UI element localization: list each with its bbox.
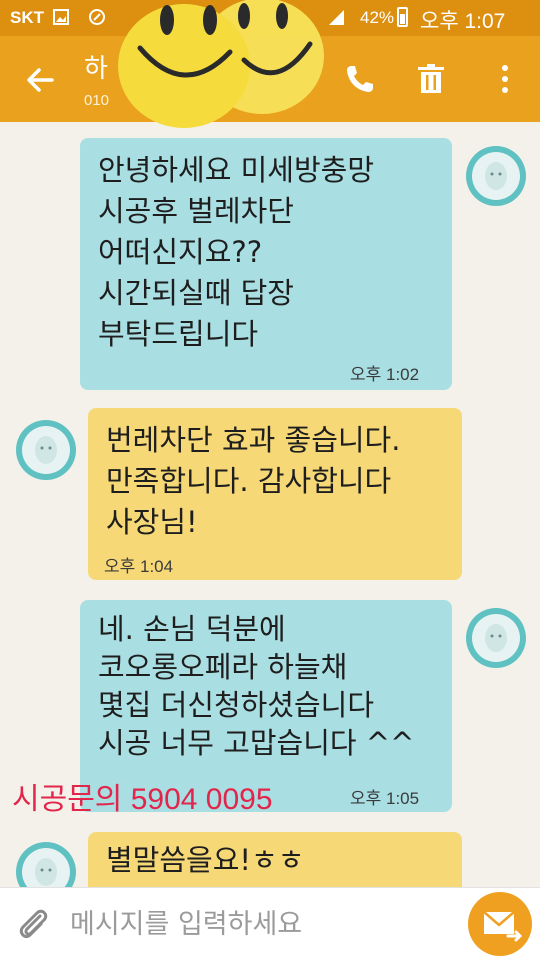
message-input-bar — [0, 887, 540, 960]
status-time: 오후 1:07 — [420, 10, 506, 33]
phone-icon[interactable] — [343, 62, 377, 96]
avatar-icon[interactable] — [466, 608, 526, 668]
message-time: 오후 1:04 — [104, 557, 174, 576]
send-button[interactable] — [468, 892, 532, 956]
back-arrow-icon[interactable] — [22, 62, 58, 98]
message-text: 번레차단 효과 좋습니다. 만족합니다. 감사합니다 사장님! — [106, 423, 401, 539]
avatar-icon[interactable] — [466, 146, 526, 206]
trash-icon[interactable] — [414, 62, 448, 96]
contact-name: 하 — [84, 54, 108, 84]
gallery-icon — [53, 9, 69, 25]
message-bubble-incoming[interactable]: 번레차단 효과 좋습니다. 만족합니다. 감사합니다 사장님! 오후 1:04 — [88, 408, 462, 580]
message-time: 오후 1:02 — [350, 365, 420, 384]
sync-icon — [89, 9, 105, 25]
smiley-sticker — [118, 0, 324, 128]
avatar-icon[interactable] — [16, 420, 76, 480]
battery-icon — [397, 7, 408, 27]
message-time: 오후 1:05 — [350, 789, 420, 808]
carrier-label: SKT — [10, 8, 44, 27]
envelope-send-icon — [483, 911, 523, 942]
paperclip-icon[interactable] — [16, 906, 50, 942]
message-bubble-outgoing[interactable]: 안녕하세요 미세방충망 시공후 벌레차단 어떠신지요?? 시간되실때 답장 부탁… — [80, 138, 452, 390]
message-text: 안녕하세요 미세방충망 시공후 벌레차단 어떠신지요?? 시간되실때 답장 부탁… — [98, 153, 375, 351]
promo-overlay-text: 시공문의 5904 0095 — [12, 783, 273, 816]
message-text: 네. 손님 덕분에 코오롱오페라 하늘채 몇집 더신청하셨습니다 시공 너무 고… — [98, 612, 415, 760]
more-vert-icon[interactable] — [488, 62, 522, 96]
message-input[interactable] — [70, 904, 450, 944]
battery-percent: 42% — [360, 8, 395, 27]
contact-number: 010 — [84, 92, 110, 109]
message-text: 별말씀을요!ㅎㅎ — [106, 843, 305, 877]
